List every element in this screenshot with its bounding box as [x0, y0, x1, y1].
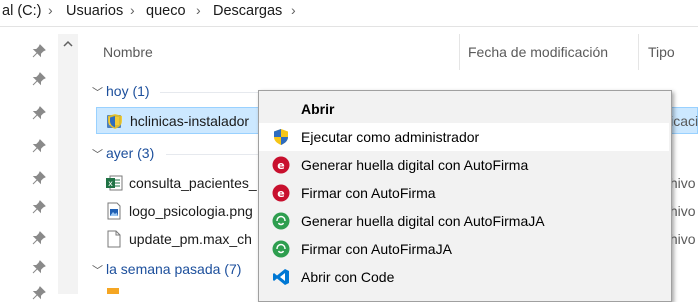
group-header-ayer[interactable]: ﹀ ayer (3): [92, 145, 154, 162]
menu-item-run-as-admin[interactable]: Ejecutar como administrador: [259, 123, 669, 151]
pin-icon[interactable]: [32, 72, 48, 88]
menu-item-label: Abrir con Code: [301, 269, 395, 285]
breadcrumb-separator: ›: [130, 2, 135, 18]
breadcrumb-drive[interactable]: al (C:): [2, 3, 41, 19]
autofirma-icon: e: [272, 184, 290, 202]
svg-text:e: e: [277, 159, 284, 172]
group-label: hoy (1): [106, 83, 150, 99]
column-header-modified[interactable]: Fecha de modificación: [468, 44, 608, 60]
column-header-type[interactable]: Tipo: [648, 44, 675, 60]
pin-icon[interactable]: [32, 200, 48, 216]
menu-item-label: Firmar con AutoFirmaJA: [301, 241, 452, 257]
address-bar[interactable]: al (C:) › Usuarios › queco › Descargas ›: [0, 0, 698, 27]
group-label: la semana pasada (7): [106, 261, 242, 277]
menu-item-firmar-autofirma[interactable]: e Firmar con AutoFirma: [259, 179, 669, 207]
menu-item-label: Ejecutar como administrador: [301, 129, 480, 145]
group-header-hoy[interactable]: ﹀ hoy (1): [92, 83, 150, 100]
pin-icon[interactable]: [32, 44, 48, 60]
column-divider[interactable]: [459, 34, 460, 70]
file-name[interactable]: hclinicas-instalador: [130, 113, 249, 129]
menu-item-huella-autofirma[interactable]: e Generar huella digital con AutoFirma: [259, 151, 669, 179]
menu-item-label: Generar huella digital con AutoFirmaJA: [301, 213, 545, 229]
group-header-semana-pasada[interactable]: ﹀ la semana pasada (7): [92, 261, 241, 278]
breadcrumb-usuarios[interactable]: Usuarios: [66, 3, 123, 19]
image-file-icon: [107, 202, 121, 220]
menu-item-abrir-con-code[interactable]: Abrir con Code: [259, 263, 669, 291]
group-divider: [160, 92, 258, 93]
group-divider: [166, 154, 258, 155]
chevron-down-icon: ﹀: [92, 265, 103, 277]
menu-item-abrir[interactable]: Abrir: [259, 95, 669, 123]
menu-item-label: Generar huella digital con AutoFirma: [301, 157, 529, 173]
column-header-name[interactable]: Nombre: [103, 44, 153, 60]
column-divider[interactable]: [638, 34, 639, 70]
svg-text:x: x: [108, 179, 113, 188]
breadcrumb-separator: ›: [291, 2, 296, 18]
breadcrumb-queco[interactable]: queco: [146, 3, 186, 19]
pin-icon[interactable]: [32, 260, 48, 276]
breadcrumb-separator: ›: [48, 2, 53, 18]
pin-icon[interactable]: [32, 171, 48, 187]
chevron-down-icon: ﹀: [92, 149, 103, 161]
scroll-up-arrow-icon[interactable]: [62, 38, 74, 50]
file-name[interactable]: logo_psicologia.png: [129, 203, 253, 219]
file-name[interactable]: consulta_pacientes_: [129, 175, 257, 191]
autofirmaja-icon: [272, 212, 290, 230]
menu-item-label: Abrir: [301, 101, 335, 117]
menu-item-huella-autofirmaja[interactable]: Generar huella digital con AutoFirmaJA: [259, 207, 669, 235]
group-label: ayer (3): [106, 145, 155, 161]
autofirma-icon: e: [272, 156, 290, 174]
chevron-down-icon: ﹀: [92, 87, 103, 99]
installer-shield-icon: [107, 114, 122, 129]
quick-access-pins: [28, 34, 58, 300]
pin-icon[interactable]: [32, 106, 48, 122]
uac-shield-icon: [274, 129, 288, 145]
menu-item-firmar-autofirmaja[interactable]: Firmar con AutoFirmaJA: [259, 235, 669, 263]
excel-icon: x: [106, 175, 123, 191]
vscode-icon: [273, 269, 289, 285]
pin-icon[interactable]: [32, 286, 48, 302]
autofirmaja-icon: [272, 240, 290, 258]
generic-file-icon: [107, 230, 121, 248]
pin-icon[interactable]: [32, 139, 48, 155]
pin-icon[interactable]: [32, 231, 48, 247]
breadcrumb-descargas[interactable]: Descargas: [213, 3, 282, 19]
context-menu: Abrir Ejecutar como administrador e Gene…: [258, 90, 672, 302]
svg-text:e: e: [277, 187, 284, 200]
file-name[interactable]: update_pm.max_ch: [129, 231, 252, 247]
breadcrumb-separator: ›: [196, 2, 201, 18]
menu-item-label: Firmar con AutoFirma: [301, 185, 436, 201]
nav-scrollbar[interactable]: [58, 34, 78, 294]
